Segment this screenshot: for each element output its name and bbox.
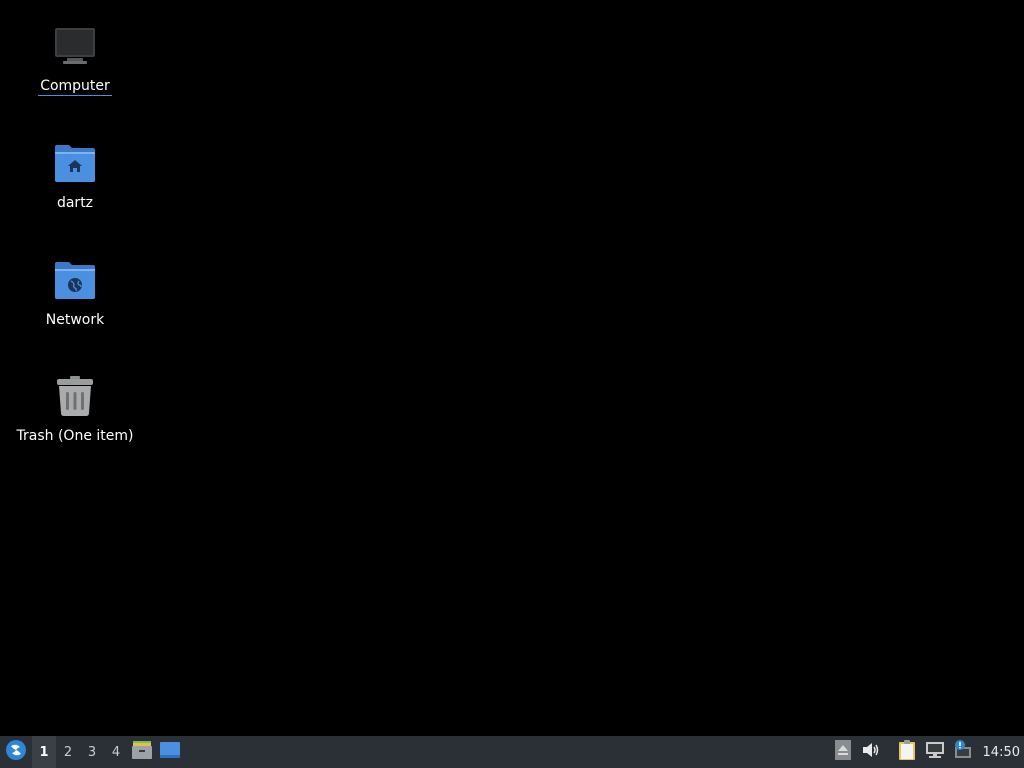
file-manager-icon bbox=[131, 740, 153, 764]
network-connection-icon bbox=[925, 741, 945, 763]
workspace-2[interactable]: 2 bbox=[56, 736, 80, 768]
removable-media-button[interactable] bbox=[829, 736, 857, 768]
clock[interactable]: 14:50 bbox=[977, 736, 1024, 768]
desktop-icon-label: dartz bbox=[56, 195, 94, 211]
desktop-icon-label: Trash (One item) bbox=[16, 428, 134, 444]
update-notifier-icon bbox=[953, 740, 973, 764]
workspace-1[interactable]: 1 bbox=[32, 736, 56, 768]
desktop-icon-label: Computer bbox=[38, 78, 112, 96]
clipboard-button[interactable] bbox=[893, 736, 921, 768]
desktop-icon-trash[interactable]: Trash (One item) bbox=[5, 372, 145, 445]
computer-icon bbox=[51, 22, 99, 70]
file-manager-launcher[interactable] bbox=[128, 736, 156, 768]
show-desktop-icon bbox=[159, 741, 181, 763]
network-folder-icon bbox=[51, 256, 99, 304]
network-connection-button[interactable] bbox=[921, 736, 949, 768]
desktop[interactable]: Computer dartz Network Trash (One item) bbox=[0, 0, 1024, 736]
volume-icon bbox=[862, 742, 880, 762]
clipboard-icon bbox=[897, 739, 917, 765]
update-notifier-button[interactable] bbox=[949, 736, 977, 768]
show-desktop-launcher[interactable] bbox=[156, 736, 184, 768]
taskbar: 1 2 3 4 14:50 bbox=[0, 736, 1024, 768]
start-menu-button[interactable] bbox=[0, 736, 32, 768]
workspace-4[interactable]: 4 bbox=[104, 736, 128, 768]
lxqt-start-menu-icon bbox=[5, 739, 27, 765]
tray-separator bbox=[885, 736, 893, 768]
desktop-icon-computer[interactable]: Computer bbox=[5, 22, 145, 96]
home-folder-icon bbox=[51, 139, 99, 187]
volume-button[interactable] bbox=[857, 736, 885, 768]
system-tray: 14:50 bbox=[829, 736, 1024, 768]
desktop-icon-label: Network bbox=[45, 312, 105, 328]
workspace-3[interactable]: 3 bbox=[80, 736, 104, 768]
desktop-icon-network[interactable]: Network bbox=[5, 256, 145, 329]
desktop-icon-home[interactable]: dartz bbox=[5, 139, 145, 212]
removable-media-icon bbox=[834, 740, 851, 764]
trash-icon bbox=[51, 372, 99, 420]
